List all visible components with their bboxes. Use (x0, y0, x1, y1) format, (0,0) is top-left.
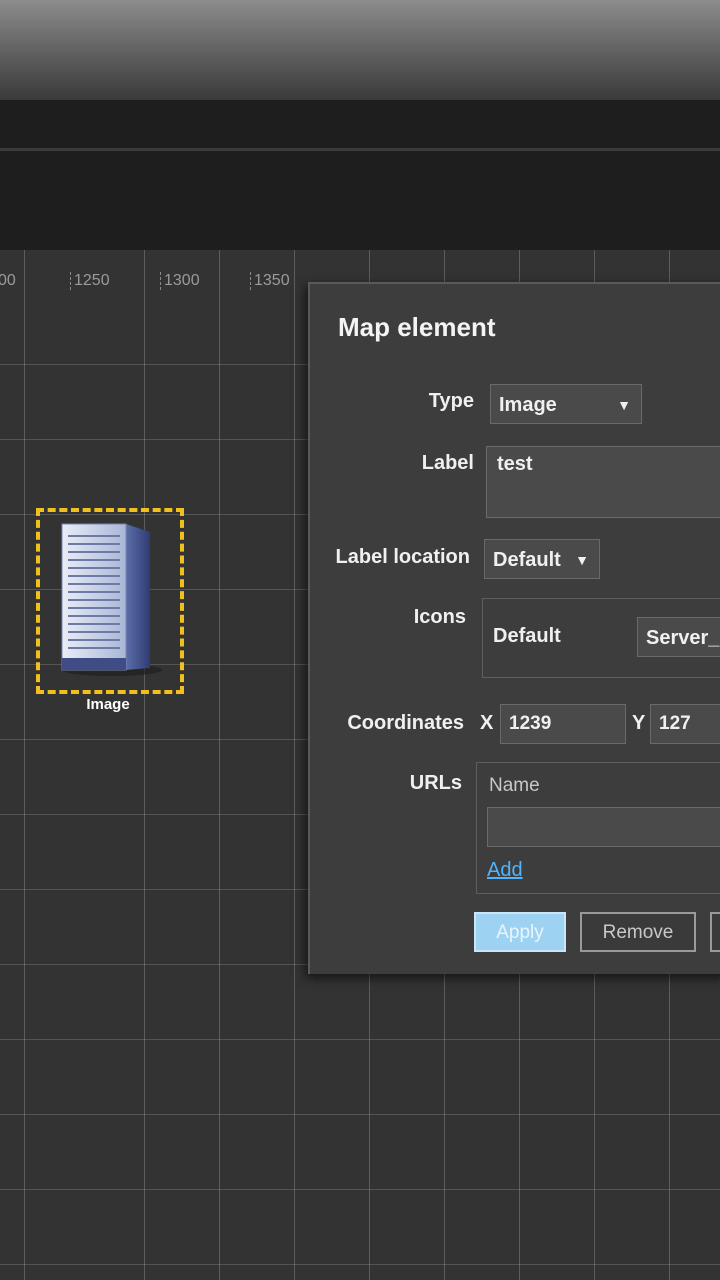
map-element-label: Image (86, 696, 130, 713)
label-label: Label (421, 452, 474, 474)
chevron-down-icon: ▼ (575, 552, 589, 568)
coordinate-y-label: Y (632, 712, 646, 734)
label-textarea[interactable]: test (486, 446, 720, 518)
add-url-link[interactable]: Add (487, 859, 523, 882)
toolbar-divider (0, 148, 720, 151)
urls-label: URLs (409, 772, 462, 794)
ruler-tick: 00 (0, 272, 16, 290)
icons-fieldset: Default Server_( (482, 598, 720, 678)
dialog-title: Map element (338, 312, 496, 342)
coordinate-x-input[interactable]: 1239 (500, 704, 626, 744)
ruler-tick: 1250 (70, 272, 110, 290)
apply-button[interactable]: Apply (474, 912, 566, 952)
type-select[interactable]: Image ▼ (490, 384, 642, 424)
label-location-label: Label location (335, 546, 470, 568)
ruler-tick: 1300 (160, 272, 200, 290)
server-rack-icon (61, 523, 162, 676)
close-button[interactable] (710, 912, 720, 952)
urls-fieldset: Name Add (476, 762, 720, 894)
coordinate-y-input[interactable]: 127 (650, 704, 720, 744)
chevron-down-icon: ▼ (617, 397, 631, 413)
label-location-select[interactable]: Default ▼ (484, 539, 600, 579)
top-bar (0, 0, 720, 100)
icons-default-select[interactable]: Server_( (637, 617, 720, 657)
type-label: Type (428, 390, 474, 412)
remove-button[interactable]: Remove (580, 912, 696, 952)
url-name-input[interactable] (487, 807, 720, 847)
toolbar-area (0, 100, 720, 250)
icons-default-label: Default (493, 625, 561, 647)
type-select-value: Image (499, 394, 557, 416)
coordinates-label: Coordinates (347, 712, 464, 734)
map-element-dialog: Map element Type Image ▼ Label test Labe… (308, 282, 720, 974)
coordinate-x-label: X (480, 712, 494, 734)
urls-name-header: Name (489, 775, 540, 796)
icons-label: Icons (413, 606, 466, 628)
icons-default-select-value: Server_( (646, 627, 720, 649)
label-location-select-value: Default (493, 549, 561, 571)
map-element-image[interactable]: Image (36, 508, 184, 713)
ruler-tick: 1350 (250, 272, 290, 290)
